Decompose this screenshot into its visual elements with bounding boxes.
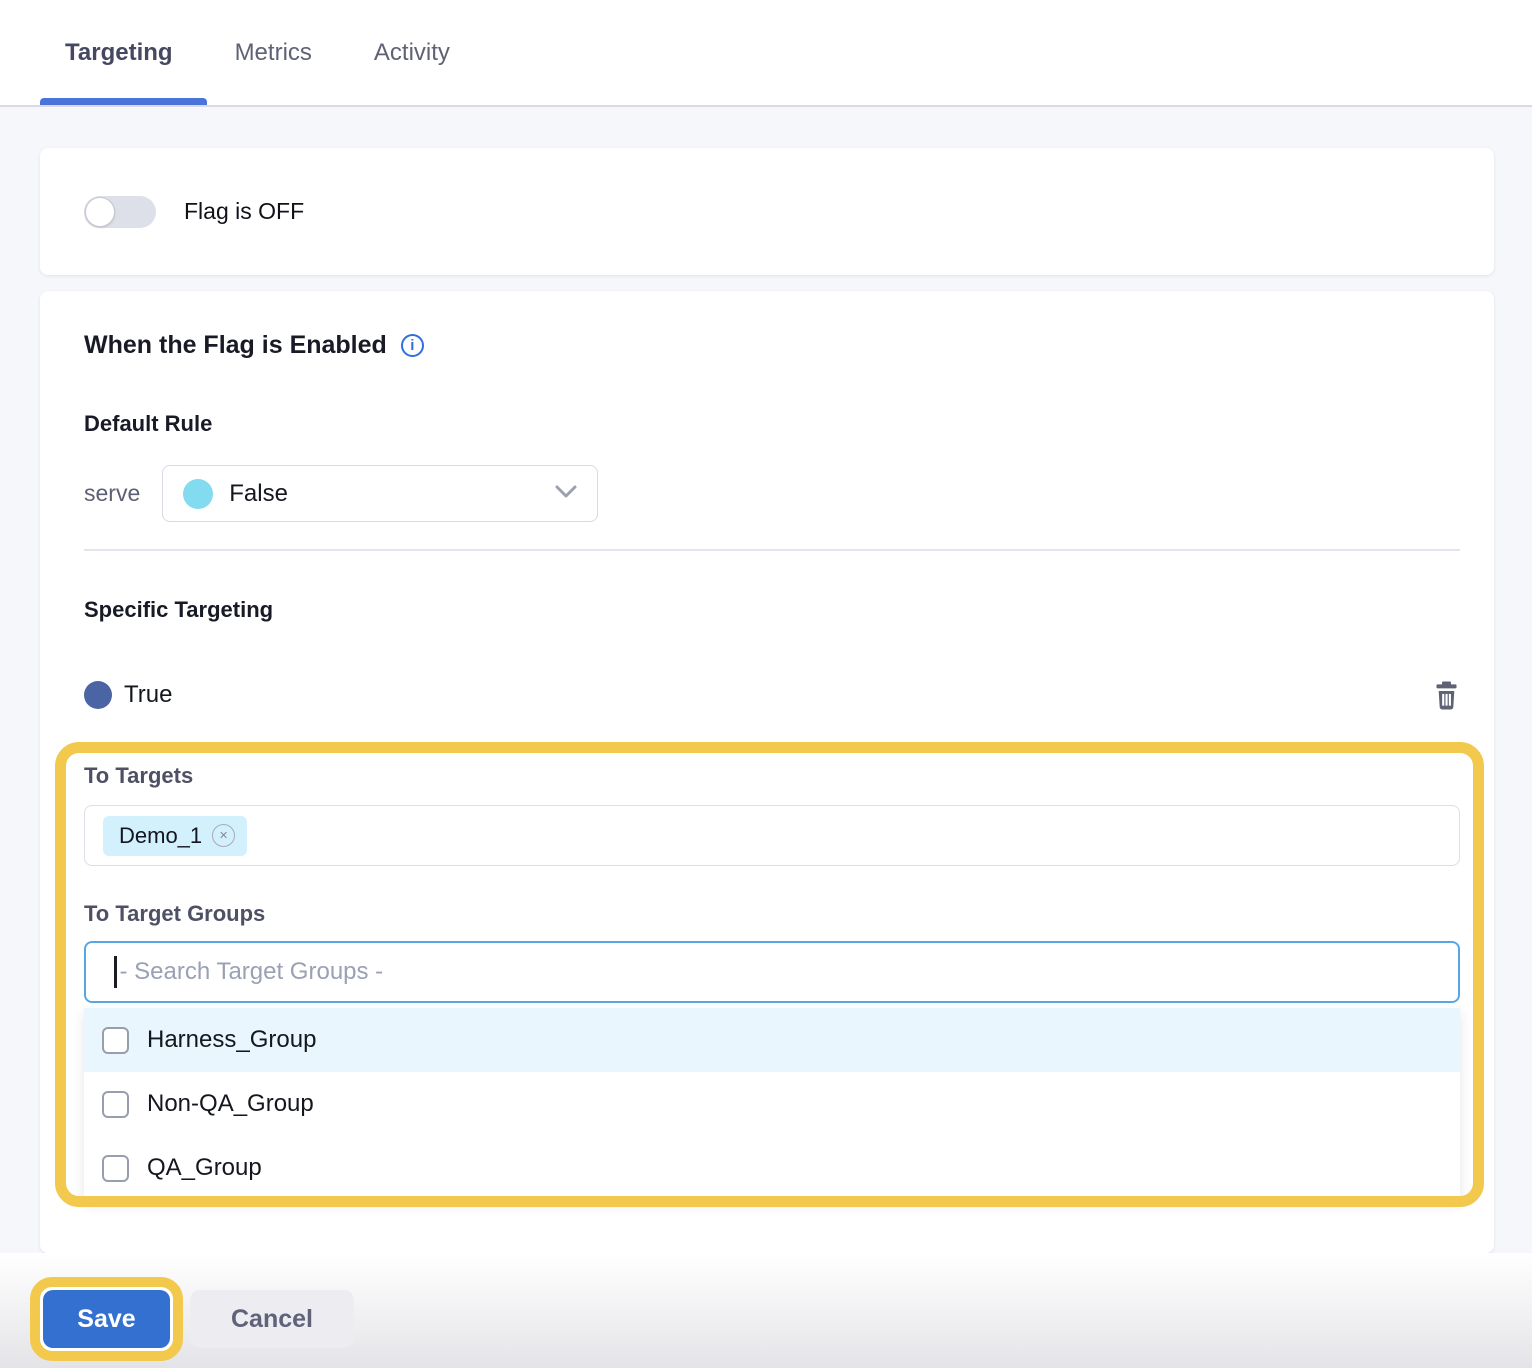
default-variation-select[interactable]: False [162,465,598,522]
toggle-knob [85,197,115,227]
chevron-down-icon [555,485,577,503]
target-chip: Demo_1 ✕ [103,816,247,856]
target-groups-search-input[interactable]: - Search Target Groups - [84,941,1460,1003]
flag-toggle[interactable] [84,196,156,228]
variation-true-label: True [124,681,172,709]
default-rule-serve-row: serve False [84,465,598,522]
tab-metrics[interactable]: Metrics [235,39,312,67]
checkbox[interactable] [102,1027,129,1054]
save-button[interactable]: Save [43,1290,170,1348]
feature-flag-targeting-page: Targeting Metrics Activity Flag is OFF W… [0,0,1532,1368]
checkbox[interactable] [102,1155,129,1182]
target-groups-dropdown: Harness_Group Non-QA_Group QA_Group [84,1008,1460,1200]
true-variation-row: True [84,680,1460,710]
trash-icon [1433,681,1460,710]
variation-true-dot [84,681,112,709]
search-placeholder: - Search Target Groups - [120,958,384,986]
option-label: Harness_Group [147,1026,316,1054]
option-label: Non-QA_Group [147,1090,314,1118]
info-icon[interactable]: i [401,334,424,357]
variation-false-dot [183,479,213,509]
flag-state-label: Flag is OFF [184,198,304,225]
targeting-rules-card: When the Flag is Enabled i Default Rule … [40,291,1494,1253]
section-title: When the Flag is Enabled i [84,331,424,360]
active-tab-indicator [40,98,207,105]
section-divider [84,549,1460,551]
remove-target-icon[interactable]: ✕ [212,824,235,847]
tab-activity[interactable]: Activity [374,39,450,67]
when-flag-enabled-title: When the Flag is Enabled [84,331,387,360]
option-label: QA_Group [147,1154,262,1182]
tab-bar: Targeting Metrics Activity [0,0,1532,107]
target-chip-label: Demo_1 [119,823,202,849]
to-target-groups-label: To Target Groups [84,901,265,927]
footer-actions: Save Cancel [0,1253,1532,1368]
targets-input[interactable]: Demo_1 ✕ [84,805,1460,866]
cancel-button[interactable]: Cancel [190,1290,354,1348]
text-caret [114,956,117,988]
dropdown-option-non-qa-group[interactable]: Non-QA_Group [84,1072,1460,1136]
serve-label: serve [84,480,140,507]
tab-targeting[interactable]: Targeting [65,39,173,67]
annotation-highlight-save: Save [30,1277,183,1361]
dropdown-option-harness-group[interactable]: Harness_Group [84,1008,1460,1072]
dropdown-option-qa-group[interactable]: QA_Group [84,1136,1460,1200]
default-rule-heading: Default Rule [84,411,212,437]
flag-state-card: Flag is OFF [40,148,1494,275]
checkbox[interactable] [102,1091,129,1118]
delete-rule-button[interactable] [1433,681,1460,710]
selected-variation-value: False [229,480,288,508]
to-targets-label: To Targets [84,763,193,789]
specific-targeting-heading: Specific Targeting [84,597,273,623]
